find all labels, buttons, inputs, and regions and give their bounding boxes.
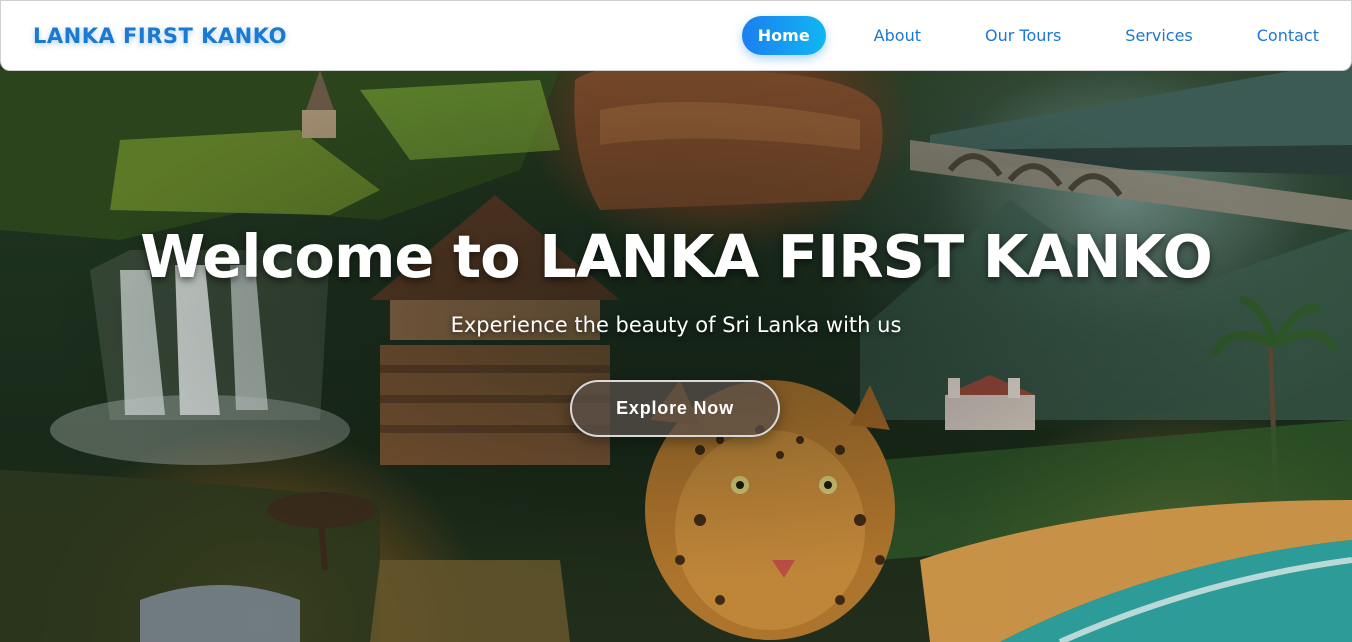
- brand-logo[interactable]: LANKA FIRST KANKO: [33, 24, 287, 48]
- nav-about-link[interactable]: About: [874, 16, 921, 55]
- explore-now-button[interactable]: Explore Now: [570, 380, 780, 437]
- nav-home-link[interactable]: Home: [741, 16, 826, 55]
- nav-services-link[interactable]: Services: [1125, 16, 1192, 55]
- nav-our-tours-link[interactable]: Our Tours: [985, 16, 1061, 55]
- main-nav: Home About Our Tours Services Contact: [741, 16, 1319, 55]
- navbar: LANKA FIRST KANKO Home About Our Tours S…: [0, 0, 1352, 71]
- nav-contact-link[interactable]: Contact: [1257, 16, 1319, 55]
- hero-title: Welcome to LANKA FIRST KANKO: [140, 222, 1213, 291]
- hero-subtitle: Experience the beauty of Sri Lanka with …: [450, 313, 902, 337]
